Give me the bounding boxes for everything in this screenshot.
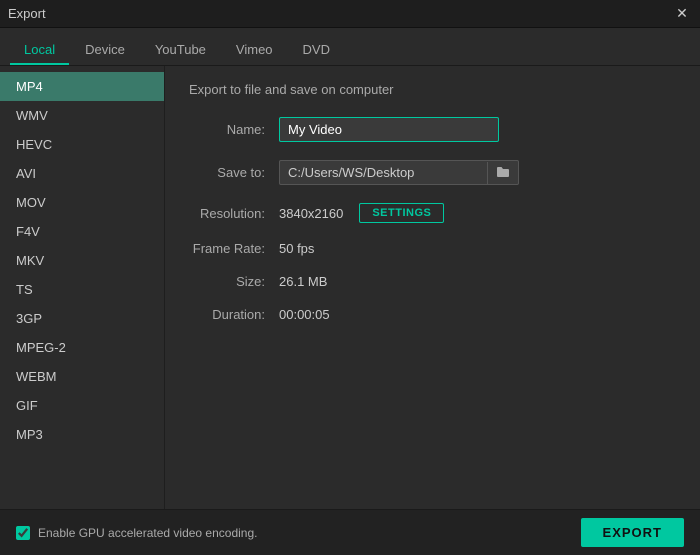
resolution-label: Resolution: (189, 206, 279, 221)
gpu-checkbox[interactable] (16, 526, 30, 540)
frame-rate-row: Frame Rate: 50 fps (189, 241, 676, 256)
main-area: MP4 WMV HEVC AVI MOV F4V MKV TS 3GP MPEG… (0, 66, 700, 509)
resolution-row: Resolution: 3840x2160 SETTINGS (189, 203, 676, 223)
sidebar-item-mov[interactable]: MOV (0, 188, 164, 217)
sidebar-item-3gp[interactable]: 3GP (0, 304, 164, 333)
save-to-container (279, 160, 519, 185)
name-row: Name: (189, 117, 676, 142)
sidebar-item-mp4[interactable]: MP4 (0, 72, 164, 101)
duration-row: Duration: 00:00:05 (189, 307, 676, 322)
frame-rate-value: 50 fps (279, 241, 314, 256)
gpu-option-container: Enable GPU accelerated video encoding. (16, 526, 257, 540)
sidebar-item-mpeg2[interactable]: MPEG-2 (0, 333, 164, 362)
tab-dvd[interactable]: DVD (289, 36, 344, 65)
name-label: Name: (189, 122, 279, 137)
save-to-row: Save to: (189, 160, 676, 185)
settings-button[interactable]: SETTINGS (359, 203, 444, 223)
frame-rate-label: Frame Rate: (189, 241, 279, 256)
export-button[interactable]: EXPORT (581, 518, 684, 547)
sidebar-item-mp3[interactable]: MP3 (0, 420, 164, 449)
save-to-label: Save to: (189, 165, 279, 180)
duration-value: 00:00:05 (279, 307, 330, 322)
folder-browse-button[interactable] (487, 162, 518, 184)
gpu-label[interactable]: Enable GPU accelerated video encoding. (38, 526, 257, 540)
save-to-input[interactable] (280, 161, 487, 184)
tab-youtube[interactable]: YouTube (141, 36, 220, 65)
sidebar: MP4 WMV HEVC AVI MOV F4V MKV TS 3GP MPEG… (0, 66, 165, 509)
content-area: Export to file and save on computer Name… (165, 66, 700, 509)
sidebar-item-webm[interactable]: WEBM (0, 362, 164, 391)
close-button[interactable]: ✕ (672, 4, 692, 24)
sidebar-item-ts[interactable]: TS (0, 275, 164, 304)
tab-device[interactable]: Device (71, 36, 139, 65)
export-title: Export to file and save on computer (189, 82, 676, 97)
resolution-row-content: 3840x2160 SETTINGS (279, 203, 444, 223)
name-input[interactable] (279, 117, 499, 142)
title-bar-text: Export (8, 6, 46, 21)
sidebar-item-mkv[interactable]: MKV (0, 246, 164, 275)
bottom-bar: Enable GPU accelerated video encoding. E… (0, 509, 700, 555)
sidebar-item-avi[interactable]: AVI (0, 159, 164, 188)
duration-label: Duration: (189, 307, 279, 322)
sidebar-item-hevc[interactable]: HEVC (0, 130, 164, 159)
title-bar: Export ✕ (0, 0, 700, 28)
size-label: Size: (189, 274, 279, 289)
tab-bar: Local Device YouTube Vimeo DVD (0, 28, 700, 66)
size-value: 26.1 MB (279, 274, 327, 289)
sidebar-item-gif[interactable]: GIF (0, 391, 164, 420)
sidebar-item-wmv[interactable]: WMV (0, 101, 164, 130)
tab-vimeo[interactable]: Vimeo (222, 36, 287, 65)
size-row: Size: 26.1 MB (189, 274, 676, 289)
tab-local[interactable]: Local (10, 36, 69, 65)
sidebar-item-f4v[interactable]: F4V (0, 217, 164, 246)
resolution-value: 3840x2160 (279, 206, 343, 221)
